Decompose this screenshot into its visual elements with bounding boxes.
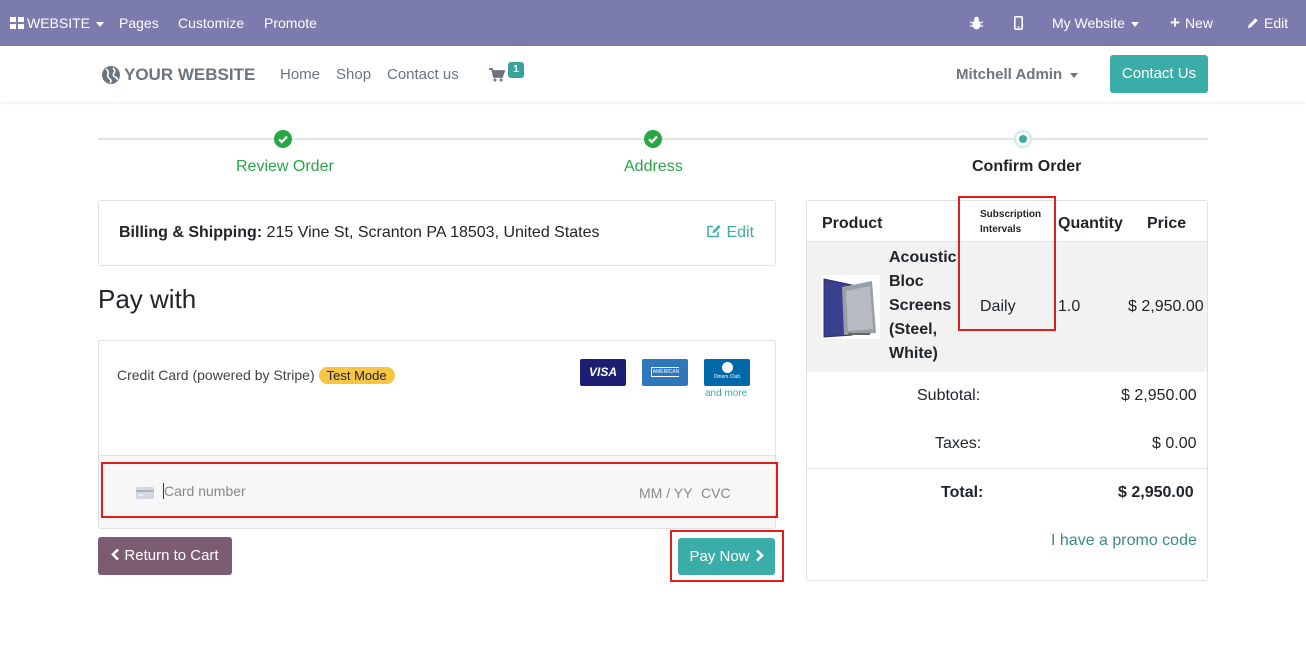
taxes-value: $ 0.00	[1152, 435, 1197, 452]
edit-label: Edit	[1264, 15, 1289, 31]
edit-icon	[707, 225, 721, 238]
and-more-link[interactable]: and more	[705, 388, 747, 399]
plus-icon: +	[1170, 13, 1180, 32]
billing-label: Billing & Shipping:	[119, 224, 263, 241]
billing-address-value: 215 Vine St, Scranton PA 18503, United S…	[266, 224, 600, 241]
my-website-menu[interactable]: My Website	[1052, 0, 1139, 46]
edit-link-label: Edit	[726, 224, 755, 241]
subscription-interval-highlight	[958, 196, 1056, 331]
step-review-order[interactable]: Review Order	[236, 158, 334, 176]
diners-logo: Diners Club	[704, 359, 750, 386]
diners-circle-icon	[721, 362, 733, 373]
user-name: Mitchell Admin	[956, 66, 1063, 83]
chevron-down-icon	[1070, 72, 1079, 78]
edit-button[interactable]: Edit	[1247, 0, 1288, 46]
subtotal-value: $ 2,950.00	[1121, 387, 1197, 404]
admin-bar: WEBSITE Pages Customize Promote My Websi…	[0, 0, 1306, 46]
step-confirm-order: Confirm Order	[972, 158, 1082, 175]
website-menu-label: WEBSITE	[27, 15, 91, 31]
product-name-line: Acoustic	[889, 249, 957, 266]
pay-now-button[interactable]: Pay Now	[678, 538, 775, 575]
total-label: Total:	[941, 484, 984, 501]
chevron-down-icon	[1130, 21, 1139, 27]
cart-count-badge: 1	[508, 62, 524, 78]
amex-logo: AMERICAN EXPRESS	[642, 359, 688, 386]
card-input-highlight	[101, 462, 778, 518]
taxes-label: Taxes:	[935, 435, 982, 452]
check-circle-icon	[644, 130, 662, 148]
shopping-cart-icon	[489, 68, 506, 82]
pay-now-label: Pay Now	[689, 548, 750, 565]
site-header: YOUR WEBSITE Home Shop Contact us 1 Mitc…	[0, 46, 1306, 102]
product-name-line: Screens	[889, 297, 952, 314]
payment-method-label: Credit Card (powered by Stripe)	[117, 367, 315, 383]
mobile-preview-button[interactable]	[1014, 0, 1024, 46]
chevron-right-icon	[755, 549, 764, 562]
visa-text: VISA	[588, 365, 617, 379]
product-quantity: 1.0	[1058, 298, 1081, 315]
customize-menu[interactable]: Customize	[178, 0, 244, 46]
user-menu[interactable]: Mitchell Admin	[956, 66, 1079, 83]
payment-method-row[interactable]: Credit Card (powered by Stripe) Test Mode…	[99, 341, 775, 455]
return-to-cart-button[interactable]: Return to Cart	[98, 537, 232, 575]
promote-menu[interactable]: Promote	[264, 0, 317, 46]
subtotal-label: Subtotal:	[917, 387, 981, 404]
check-circle-icon	[274, 130, 292, 148]
chevron-down-icon	[96, 21, 105, 27]
pages-menu[interactable]: Pages	[119, 0, 159, 46]
product-name[interactable]: Acoustic Bloc Screens (Steel, White)	[889, 246, 957, 366]
nav-shop[interactable]: Shop	[336, 66, 371, 83]
product-image	[822, 275, 880, 339]
apps-grid-icon	[10, 17, 24, 29]
product-price: $ 2,950.00	[1128, 298, 1204, 315]
globe-icon	[102, 66, 120, 84]
logo-text: YOUR WEBSITE	[124, 65, 256, 84]
billing-card: Billing & Shipping: 215 Vine St, Scranto…	[98, 200, 776, 266]
header-quantity: Quantity	[1058, 215, 1123, 232]
site-logo[interactable]: YOUR WEBSITE	[101, 62, 255, 88]
my-website-label: My Website	[1052, 15, 1125, 31]
edit-address-link[interactable]: Edit	[707, 224, 754, 242]
new-button[interactable]: + New	[1170, 0, 1213, 46]
nav-home[interactable]: Home	[280, 66, 320, 83]
promo-code-link[interactable]: I have a promo code	[1051, 532, 1197, 550]
bug-icon	[969, 16, 984, 30]
visa-logo: VISA	[580, 359, 626, 386]
chevron-left-icon	[111, 548, 120, 561]
test-mode-badge: Test Mode	[318, 367, 395, 384]
product-name-line: (Steel,	[889, 321, 938, 338]
payment-method-text: Credit Card (powered by Stripe) Test Mode	[117, 367, 395, 384]
header-product: Product	[822, 215, 883, 232]
total-value: $ 2,950.00	[1118, 484, 1194, 501]
current-step-icon	[1014, 130, 1032, 148]
website-menu[interactable]: WEBSITE	[10, 0, 105, 46]
header-price: Price	[1147, 215, 1187, 232]
billing-address: Billing & Shipping: 215 Vine St, Scranto…	[119, 224, 600, 242]
nav-contact[interactable]: Contact us	[387, 66, 459, 83]
new-label: New	[1184, 15, 1213, 31]
pencil-icon	[1248, 18, 1258, 28]
return-to-cart-label: Return to Cart	[124, 547, 219, 564]
debug-button[interactable]	[969, 0, 984, 46]
cart-link[interactable]	[489, 68, 506, 87]
contact-us-button[interactable]: Contact Us	[1110, 55, 1208, 93]
step-address[interactable]: Address	[624, 158, 683, 176]
product-name-line: Bloc	[889, 273, 924, 290]
diners-text: Diners Club	[713, 374, 741, 380]
mobile-icon	[1014, 16, 1024, 30]
total-divider	[807, 468, 1207, 469]
pay-with-heading: Pay with	[98, 284, 197, 314]
product-name-line: White)	[889, 345, 938, 362]
amex-text: AMERICAN EXPRESS	[650, 367, 680, 386]
